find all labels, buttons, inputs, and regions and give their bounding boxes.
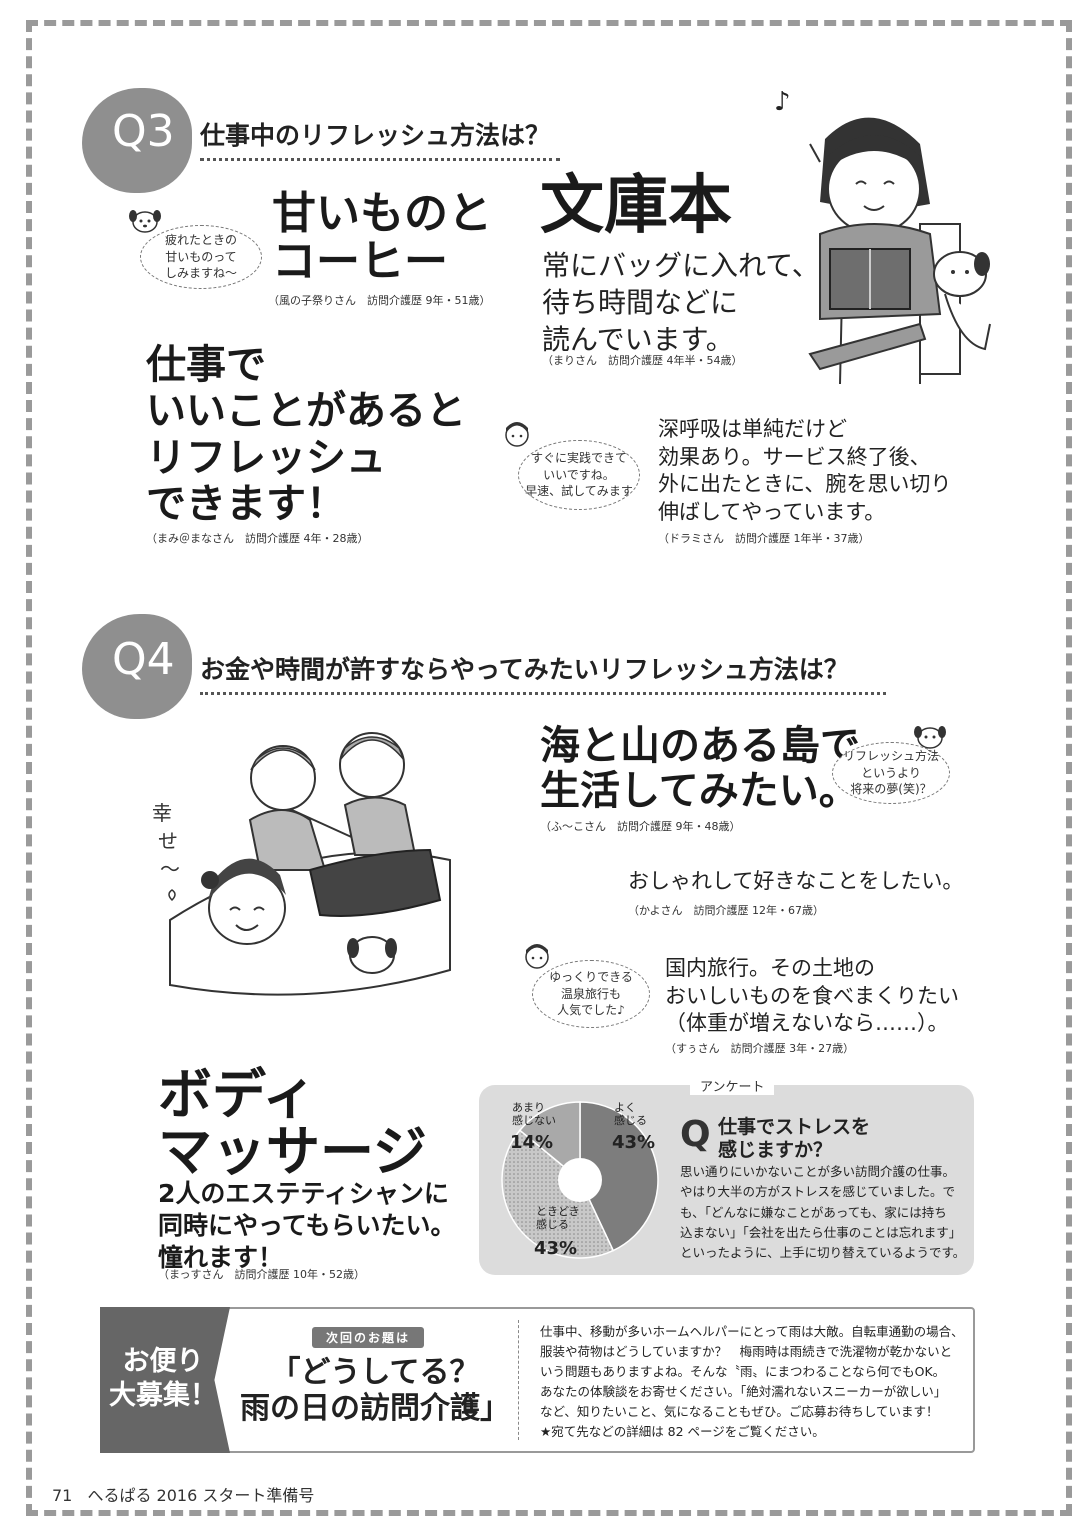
illus-text-3: ～ [160,857,180,881]
q3-a1-bubble: 疲れたときの 甘いものって しみますね～ [140,225,262,289]
q3-a2-headline: 文庫本 [540,169,732,243]
survey-tag: アンケート [690,1076,775,1095]
page-number: 71 [52,1486,73,1505]
magazine-name: へるぱる 2016 スタート準備号 [87,1486,315,1505]
q4-a1-credit: （ふ～こさん 訪問介護歴 9年・48歳） [540,820,741,833]
q3-a1-headline: 甘いものと コーヒー [272,188,492,287]
q4-title: お金や時間が許すならやってみたいリフレッシュ方法は？ [200,650,886,695]
q3-title: 仕事中のリフレッシュ方法は？ [200,116,560,161]
q3-a3-headline: 仕事で いいことがあると リフレッシュ できます！ [146,342,466,528]
q4-a4-body: 2人のエステティシャンに 同時にやってもらいたい。 憧れます！ [158,1179,456,1272]
illus-text-1: 幸 [152,801,172,825]
pie-label-often: よく 感じる [614,1101,647,1127]
pie-pct-sometimes: 43% [534,1238,578,1259]
q3-a2-credit: （まりさん 訪問介護歴 4年半・54歳） [542,354,743,367]
q4-a3-body: 国内旅行。その土地の おいしいものを食べまくりたい （体重が増えないなら……）。 [665,956,959,1036]
q4-a1-bubble: リフレッシュ方法 というより 将来の夢(笑)？ [832,742,950,804]
q4-a3-credit: （すぅさん 訪問介護歴 3年・27歳） [665,1042,855,1055]
submission-banner-text: お便り 大募集！ [109,1346,217,1411]
svg-text:♪: ♪ [774,87,791,117]
q4-a4-credit: （まっすさん 訪問介護歴 10年・52歳） [158,1268,366,1281]
pie-label-rarely: あまり 感じない [512,1101,556,1127]
pie-pct-rarely: 14% [510,1132,554,1153]
survey-body: 思い通りにいかないことが多い訪問介護の仕事。 やはり大半の方がストレスを感じていま… [680,1164,966,1260]
q4-number: Q4 [112,634,175,685]
q3-a1-credit: （風の子祭りさん 訪問介護歴 9年・51歳） [268,294,491,307]
pie-center-hole [558,1158,602,1202]
reading-woman-illustration: ♪ [774,87,991,384]
girl-avatar-icon [505,422,529,447]
girl-avatar-icon [525,944,549,969]
q3-a4-bubble: すぐに実践できて いいですね。 早速、試してみます [518,440,640,510]
next-topic-tag: 次回のお題は [312,1327,425,1348]
divider [518,1320,519,1440]
massage-illustration: 幸 せ ～ [152,732,451,996]
q4-a1-headline: 海と山のある島で 生活してみたい。 [540,723,860,814]
q4-a2-body: おしゃれして好きなことをしたい。 [628,869,964,893]
q3-a4-credit: （ドラミさん 訪問介護歴 1年半・37歳） [658,532,870,545]
illus-text-2: せ [158,829,178,853]
next-topic-title: 「どうしてる？ 雨の日の訪問介護」 [240,1355,510,1426]
pie-label-sometimes: ときどき 感じる [536,1205,580,1231]
q3-a4-body: 深呼吸は単純だけど 効果あり。サービス終了後、 外に出たときに、腕を思い切り 伸ばして… [658,417,952,525]
survey-q-mark: Q [680,1114,711,1155]
q3-number: Q3 [112,106,175,157]
submission-body: 仕事中、移動が多いホームヘルパーにとって雨は大敵。自転車通勤の場合、 服装や荷物は… [540,1324,964,1439]
q4-a2-credit: （かよさん 訪問介護歴 12年・67歳） [628,904,824,917]
footer: 71 へるぱる 2016 スタート準備号 [52,1482,314,1506]
q4-a4-headline: ボディ マッサージ [158,1063,427,1184]
pie-pct-often: 43% [612,1132,656,1153]
q3-a3-credit: （まみ＠まなさん 訪問介護歴 4年・28歳） [146,532,369,545]
survey-question: 仕事でストレスを 感じますか？ [718,1116,871,1161]
dog-avatar-icon [129,210,161,233]
q4-a3-bubble: ゆっくりできる 温泉旅行も 人気でした♪ [532,960,650,1028]
